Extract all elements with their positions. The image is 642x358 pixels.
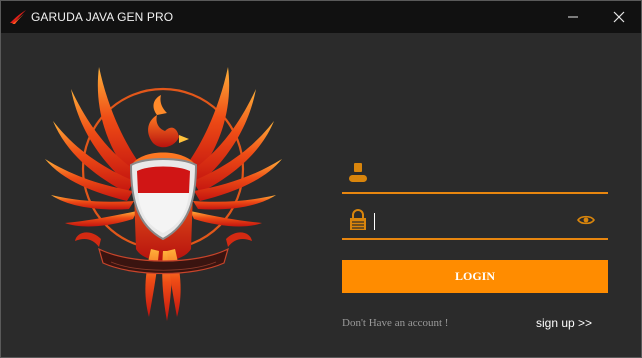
title-bar[interactable]: GARUDA JAVA GEN PRO bbox=[1, 1, 641, 33]
close-button[interactable] bbox=[599, 1, 639, 33]
close-icon bbox=[613, 11, 625, 23]
no-account-text: Don't Have an account ! bbox=[342, 317, 449, 329]
username-input[interactable] bbox=[372, 160, 572, 184]
garuda-logo bbox=[41, 59, 286, 321]
window-title: GARUDA JAVA GEN PRO bbox=[31, 10, 174, 24]
signup-link[interactable]: sign up >> bbox=[536, 316, 592, 330]
password-input[interactable] bbox=[372, 208, 572, 232]
password-field[interactable] bbox=[342, 204, 608, 240]
login-window: GARUDA JAVA GEN PRO LOGIN Don't Have an … bbox=[0, 0, 642, 358]
text-caret bbox=[374, 213, 375, 230]
login-button[interactable]: LOGIN bbox=[342, 260, 608, 293]
app-logo-icon bbox=[9, 9, 27, 25]
eye-icon[interactable] bbox=[577, 213, 595, 231]
username-field[interactable] bbox=[342, 156, 608, 194]
user-icon bbox=[348, 162, 368, 189]
lock-icon bbox=[348, 209, 368, 236]
minimize-icon bbox=[568, 16, 578, 18]
minimize-button[interactable] bbox=[553, 1, 593, 33]
